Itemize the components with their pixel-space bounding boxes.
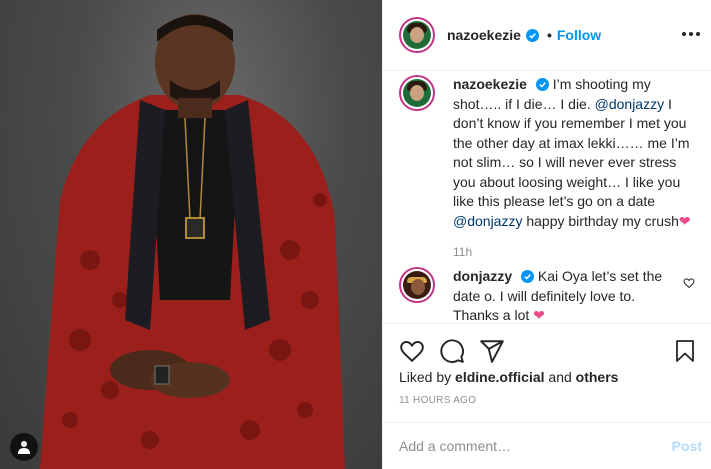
reply-avatar[interactable]: [399, 267, 435, 303]
follow-button[interactable]: Follow: [557, 27, 601, 43]
post-timestamp[interactable]: 11 HOURS AGO: [399, 395, 476, 406]
author-avatar[interactable]: [399, 17, 435, 53]
caption-text-2: I don’t know if you remember I met you t…: [453, 95, 690, 210]
caption-time[interactable]: 11h: [453, 243, 699, 263]
user-tag-icon[interactable]: [10, 433, 38, 461]
likes-others-link[interactable]: others: [576, 369, 619, 385]
liked-by-user[interactable]: eldine.official: [455, 369, 544, 385]
share-icon[interactable]: [479, 338, 505, 364]
post-button[interactable]: Post: [672, 438, 702, 454]
heart-icon[interactable]: [399, 338, 425, 364]
comment-icon[interactable]: [439, 338, 465, 364]
add-comment-bar: Post: [383, 422, 711, 469]
verified-badge-icon: [535, 78, 549, 91]
separator-dot: •: [546, 27, 552, 43]
bookmark-icon[interactable]: [673, 338, 697, 364]
comment-input[interactable]: [399, 438, 649, 454]
mention-link[interactable]: @donjazzy: [595, 96, 664, 112]
reply-comment: donjazzy Kai Oya let’s set the date o. I…: [399, 267, 699, 323]
mention-link[interactable]: @donjazzy: [453, 213, 522, 229]
comments-list[interactable]: nazoekezie I’m shooting my shot….. if I …: [383, 71, 711, 323]
caption-comment: nazoekezie I’m shooting my shot….. if I …: [399, 75, 699, 263]
more-options-icon[interactable]: [682, 24, 700, 44]
heart-emoji: ❤: [678, 212, 691, 229]
photo-person: [40, 14, 345, 469]
post-header: nazoekezie • Follow: [383, 0, 711, 71]
likes-prefix: Liked by: [399, 369, 456, 385]
caption-avatar[interactable]: [399, 75, 435, 111]
post-photo[interactable]: [0, 0, 382, 469]
verified-badge-icon: [521, 270, 535, 283]
instagram-post: nazoekezie • Follow nazoekezie I’m shoot…: [0, 0, 711, 469]
post-side-panel: nazoekezie • Follow nazoekezie I’m shoot…: [382, 0, 711, 469]
author-username[interactable]: nazoekezie: [447, 27, 521, 43]
caption-text-3: happy birthday my crush: [522, 212, 679, 229]
post-actions: Liked by eldine.official and others 11 H…: [383, 323, 711, 435]
caption-username[interactable]: nazoekezie: [453, 76, 527, 92]
heart-emoji: ❤: [533, 307, 545, 323]
likes-summary: Liked by eldine.official and others: [399, 369, 618, 385]
verified-badge-icon: [525, 28, 539, 42]
likes-and: and: [544, 369, 576, 385]
comment-like-heart-icon[interactable]: [683, 277, 695, 289]
reply-username[interactable]: donjazzy: [453, 268, 512, 284]
